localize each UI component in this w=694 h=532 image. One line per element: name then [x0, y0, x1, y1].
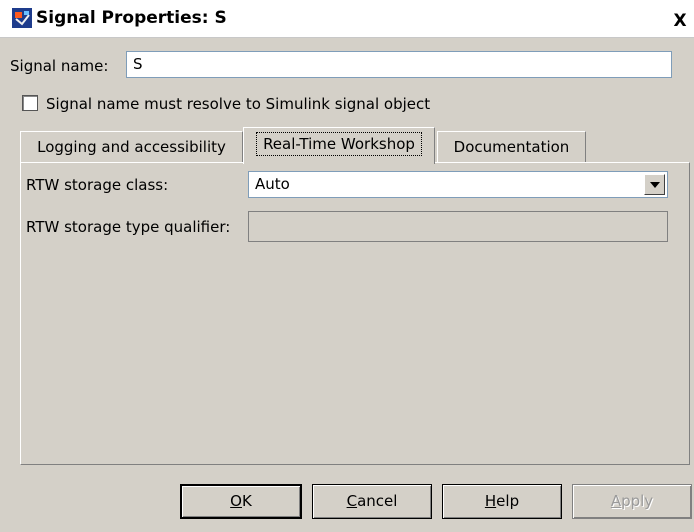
resolve-signal-label: Signal name must resolve to Simulink sig…	[46, 95, 431, 113]
signal-name-input[interactable]: S	[126, 51, 672, 78]
simulink-app-icon	[12, 8, 32, 28]
help-label-mnemonic: H	[484, 492, 497, 510]
type-qualifier-label: RTW storage type qualifier:	[26, 218, 231, 236]
title-bar[interactable]: Signal Properties: S X	[0, 0, 694, 38]
cancel-button[interactable]: Cancel	[312, 484, 432, 519]
type-qualifier-input	[248, 211, 668, 242]
ok-label-mnemonic: O	[230, 492, 242, 510]
close-button[interactable]: X	[668, 10, 692, 32]
help-label-suffix: elp	[496, 492, 520, 510]
chevron-down-icon[interactable]	[644, 174, 665, 195]
storage-class-value: Auto	[255, 175, 290, 193]
storage-class-label: RTW storage class:	[26, 176, 169, 194]
storage-class-dropdown[interactable]: Auto	[248, 171, 668, 198]
cancel-label-mnemonic: C	[346, 492, 358, 510]
help-button[interactable]: Help	[442, 484, 562, 519]
ok-label-suffix: K	[241, 492, 252, 510]
signal-name-label: Signal name:	[10, 57, 109, 75]
apply-label-suffix: pply	[621, 492, 654, 510]
cancel-label-suffix: ancel	[357, 492, 398, 510]
apply-button[interactable]: Apply	[572, 484, 692, 519]
apply-label-mnemonic: A	[610, 492, 622, 510]
tab-panel	[20, 162, 690, 465]
tab-documentation[interactable]: Documentation	[437, 131, 586, 163]
ok-button[interactable]: OK	[180, 484, 302, 519]
tab-label: Logging and accessibility	[37, 138, 226, 156]
tab-real-time-workshop[interactable]: Real-Time Workshop	[243, 127, 435, 164]
tab-label: Real-Time Workshop	[256, 132, 422, 156]
window-title: Signal Properties: S	[36, 8, 227, 28]
tab-label: Documentation	[453, 138, 570, 156]
resolve-signal-checkbox[interactable]	[22, 95, 38, 111]
tab-logging-and-accessibility[interactable]: Logging and accessibility	[20, 131, 243, 163]
